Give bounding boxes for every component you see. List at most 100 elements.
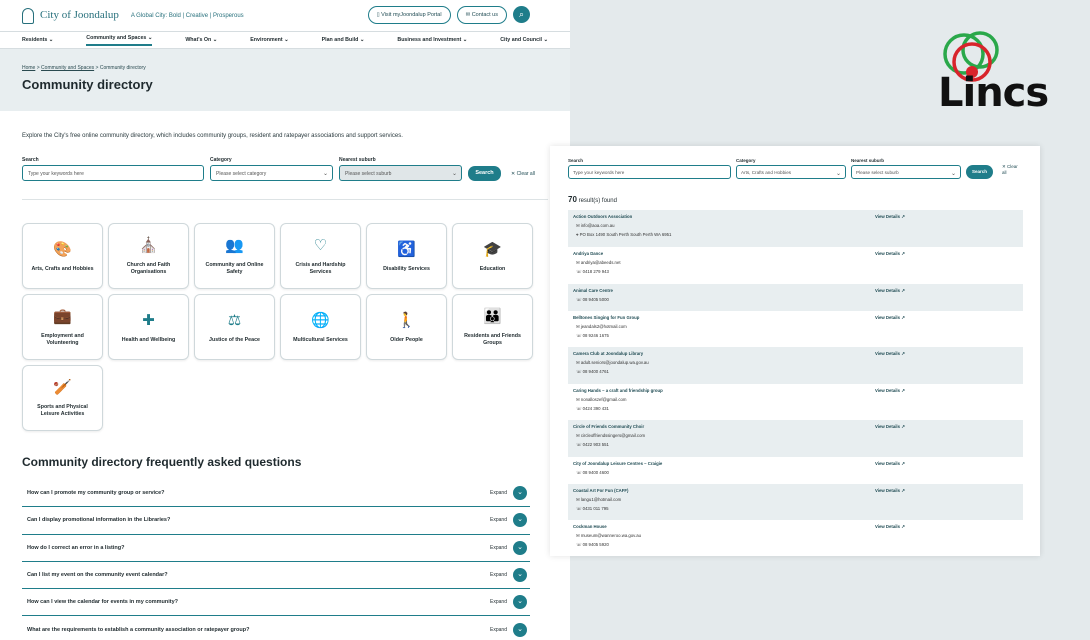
category-card[interactable]: ✚ Health and Wellbeing [108, 294, 189, 360]
external-link-icon: ↗ [901, 351, 905, 356]
result-name[interactable]: Andriya Dance [573, 251, 1018, 256]
search-icon[interactable]: ⌕ [513, 6, 530, 23]
category-label: Justice of the Peace [209, 336, 260, 343]
graduation-cap-icon: 🎓 [483, 240, 502, 258]
category-card[interactable]: 👪 Residents and Friends Groups [452, 294, 533, 360]
category-card[interactable]: 🌐 Multicultural Services [280, 294, 361, 360]
chevron-down-icon: ⌄ [322, 171, 328, 177]
search-button[interactable]: Search [468, 166, 501, 181]
lincs-logo: Lincs [930, 28, 1049, 116]
view-details-link[interactable]: View Details ↗ [875, 251, 905, 257]
chevron-down-icon: ⌄ [835, 171, 841, 177]
result-name[interactable]: Circle of Friends Community Choir [573, 424, 1018, 429]
view-details-link[interactable]: View Details ↗ [875, 388, 905, 394]
category-card[interactable]: 🎨 Arts, Crafts and Hobbies [22, 223, 103, 289]
result-row: Belltones Singing for Fun Group ✉ jeandal… [568, 311, 1023, 348]
main-nav: Residents ⌄ Community and Spaces ⌄ What's … [0, 31, 570, 49]
suburb-select[interactable]: Please select suburb ⌄ [339, 165, 462, 181]
category-card[interactable]: ♡ Crisis and Hardship Services [280, 223, 361, 289]
result-name[interactable]: Action Outdoors Association [573, 214, 1018, 219]
result-name[interactable]: Caring Hands – a craft and friendship gr… [573, 388, 1018, 393]
faq-item[interactable]: Can I list my event on the community eve… [22, 562, 530, 590]
nav-item[interactable]: Residents ⌄ [22, 37, 53, 43]
site-logo[interactable]: City of Joondalup A Global City: Bold | … [22, 7, 244, 24]
result-name[interactable]: Animal Care Centre [573, 288, 1018, 293]
category-card[interactable]: ♿ Disability Services [366, 223, 447, 289]
search-input[interactable]: Type your keywords here [568, 165, 731, 179]
chevron-down-icon[interactable]: ⌄ [513, 568, 527, 583]
result-name[interactable]: Coastal Art For Fun (CAFF) [573, 488, 1018, 493]
mail-icon: ✉ [576, 496, 580, 502]
nav-item[interactable]: Plan and Build ⌄ [322, 37, 365, 43]
view-details-link[interactable]: View Details ↗ [875, 288, 905, 294]
chevron-down-icon[interactable]: ⌄ [513, 622, 527, 637]
faq-item[interactable]: How can I promote my community group or … [22, 480, 530, 508]
chevron-down-icon[interactable]: ⌄ [513, 486, 527, 501]
category-card[interactable]: 🏏 Sports and Physical Leisure Activities [22, 365, 103, 431]
category-card[interactable]: 👥 Community and Online Safety [194, 223, 275, 289]
view-details-link[interactable]: View Details ↗ [875, 214, 905, 220]
results-filter-bar: Search Type your keywords here Category … [550, 146, 1040, 179]
breadcrumb-home[interactable]: Home [22, 65, 35, 71]
category-card[interactable]: 💼 Employment and Volunteering [22, 294, 103, 360]
view-details-link[interactable]: View Details ↗ [875, 488, 905, 494]
faq-list: How can I promote my community group or … [22, 480, 530, 640]
contact-button[interactable]: ✉ Contact us [456, 6, 507, 24]
nav-item[interactable]: City and Council ⌄ [500, 37, 548, 43]
category-label: Crisis and Hardship Services [295, 262, 346, 275]
nav-item[interactable]: Environment ⌄ [250, 37, 288, 43]
search-button[interactable]: Search [966, 165, 993, 179]
logo-mark-icon [22, 7, 34, 24]
result-detail: ☏ 08 9405 5920 [576, 542, 609, 547]
view-details-link[interactable]: View Details ↗ [875, 315, 905, 321]
view-details-link[interactable]: View Details ↗ [875, 461, 905, 467]
external-link-icon: ↗ [901, 487, 905, 493]
phone-icon: ☏ [576, 269, 582, 274]
category-select[interactable]: Please select category ⌄ [210, 165, 333, 181]
result-row: Camera Club at Joondalup Library ✉ adult.… [568, 347, 1023, 384]
result-row: Caring Hands – a craft and friendship gr… [568, 384, 1023, 421]
result-name[interactable]: City of Joondalup Leisure Centres – Crai… [573, 461, 1018, 466]
category-card[interactable]: 🎓 Education [452, 223, 533, 289]
faq-item[interactable]: How do I correct an error in a listing? E… [22, 535, 530, 562]
result-row: Animal Care Centre ☏ 08 9405 5000 View Det… [568, 283, 1023, 311]
faq-question: Can I display promotional information in… [27, 517, 171, 524]
external-link-icon: ↗ [901, 287, 905, 293]
faq-question: What are the requirements to establish a… [27, 626, 250, 633]
category-card[interactable]: 🚶 Older People [366, 294, 447, 360]
search-input[interactable]: Type your keywords here [22, 165, 204, 181]
logo-name: City of Joondalup [40, 9, 119, 21]
breadcrumb-section[interactable]: Community and Spaces [41, 65, 94, 71]
faq-item[interactable]: How can I view the calendar for events i… [22, 589, 530, 617]
mail-icon: ✉ [576, 433, 580, 438]
faq-item[interactable]: Can I display promotional information in… [22, 507, 530, 535]
phone-icon: ☏ [576, 505, 582, 511]
faq-item[interactable]: What are the requirements to establish a… [22, 616, 530, 640]
clear-all-link[interactable]: ✕ Clear all [1002, 164, 1022, 179]
result-name[interactable]: Belltones Singing for Fun Group [573, 315, 1018, 320]
result-name[interactable]: Cockman House [573, 524, 1018, 529]
category-label: Church and Faith Organisations [126, 262, 171, 275]
result-detail: ✉ museum@wanneroo.wa.gov.au [576, 533, 641, 538]
chevron-down-icon[interactable]: ⌄ [513, 513, 527, 528]
category-select[interactable]: Arts, Crafts and Hobbies ⌄ [736, 165, 846, 179]
phone-icon: ☏ [576, 442, 582, 447]
view-details-link[interactable]: View Details ↗ [875, 424, 905, 430]
category-card[interactable]: ⛪ Church and Faith Organisations [108, 223, 189, 289]
view-details-link[interactable]: View Details ↗ [875, 351, 905, 357]
nav-item[interactable]: Business and Investment ⌄ [397, 37, 467, 43]
external-link-icon: ↗ [901, 424, 905, 429]
clear-all-link[interactable]: ✕ Clear all [511, 171, 535, 181]
chevron-down-icon[interactable]: ⌄ [513, 540, 527, 555]
category-card[interactable]: ⚖ Justice of the Peace [194, 294, 275, 360]
faq-question: How do I correct an error in a listing? [27, 544, 125, 551]
nav-item[interactable]: What's On ⌄ [185, 37, 217, 43]
view-details-link[interactable]: View Details ↗ [875, 524, 905, 530]
suburb-select[interactable]: Please select suburb ⌄ [851, 165, 961, 179]
nav-item[interactable]: Community and Spaces ⌄ [86, 35, 153, 46]
chevron-down-icon[interactable]: ⌄ [513, 595, 527, 610]
result-name[interactable]: Camera Club at Joondalup Library [573, 351, 1018, 356]
result-detail: ☏ 08 9400 4600 [576, 469, 609, 475]
mail-icon: ✉ [576, 223, 580, 228]
portal-button[interactable]: ▯ Visit myJoondalup Portal [367, 6, 451, 24]
